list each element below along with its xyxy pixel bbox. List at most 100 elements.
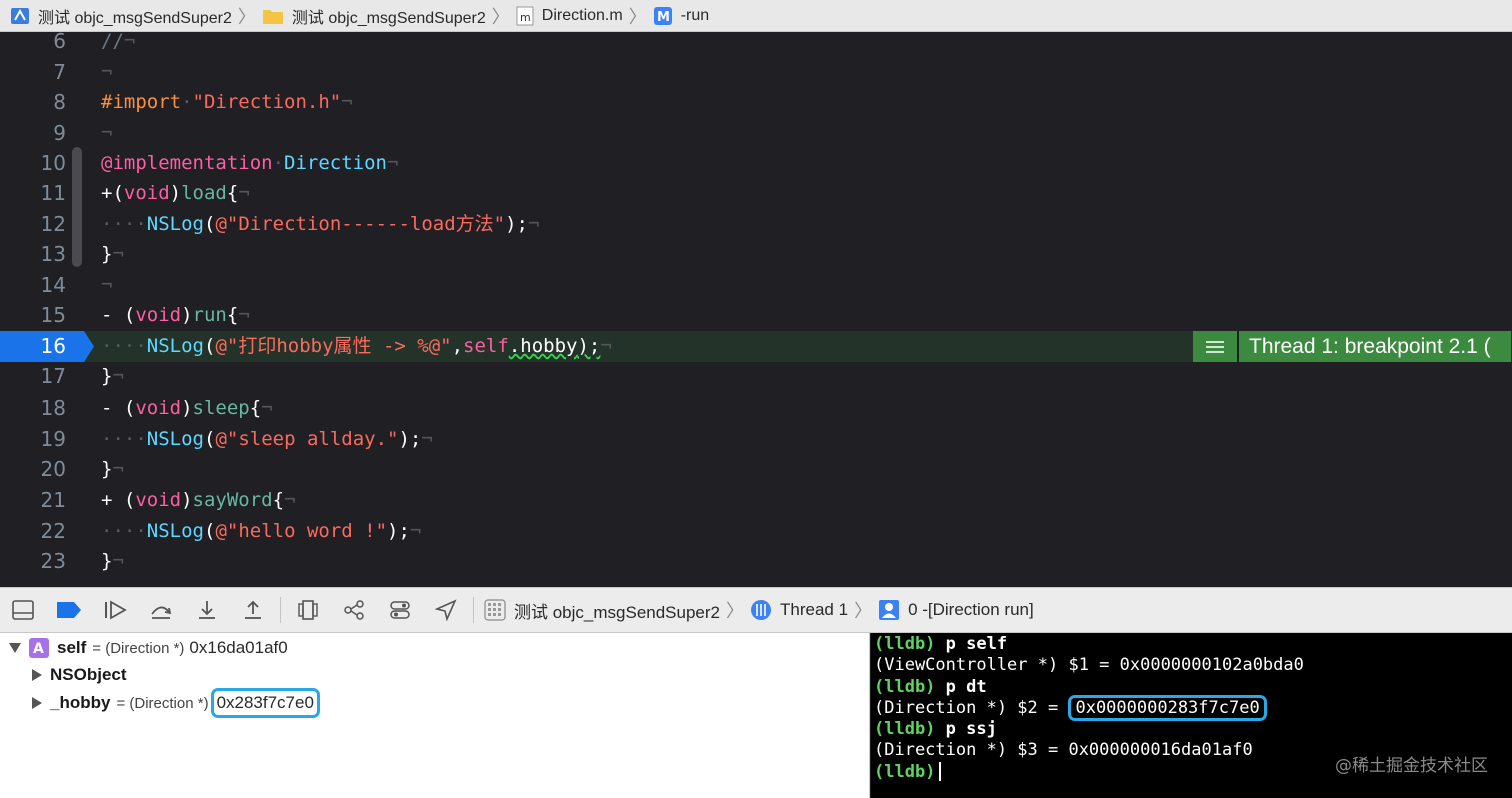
objc-file-icon: m <box>516 6 534 26</box>
view-hierarchy-button[interactable] <box>285 590 331 630</box>
step-out-icon <box>245 600 261 619</box>
console-command-line: (lldb) p self <box>874 634 1008 654</box>
line-number: 9 <box>53 121 66 145</box>
list-icon[interactable] <box>1193 331 1239 362</box>
frame-label: 0 -[Direction run] <box>908 600 1034 619</box>
user-frame-icon <box>878 599 900 621</box>
breakpoints-toggle-button[interactable] <box>46 590 92 630</box>
panel-bottom-icon <box>12 600 34 620</box>
disclosure-collapsed-icon[interactable] <box>32 697 42 709</box>
code-line: 8 #import·"Direction.h"¬ <box>0 87 1512 118</box>
breakpoint-marker[interactable]: 16 <box>0 331 94 362</box>
line-number: 18 <box>40 396 66 420</box>
code-line: 13 }¬ <box>0 239 1512 270</box>
step-over-icon <box>151 606 172 619</box>
thread-selector[interactable]: Thread 1 <box>750 599 848 621</box>
method-icon: M <box>653 6 673 26</box>
environment-overrides-button[interactable] <box>377 590 423 630</box>
code-line: 23 }¬ <box>0 546 1512 577</box>
thread-icon <box>750 599 772 621</box>
breadcrumb-file-label: Direction.m <box>541 6 623 24</box>
line-number: 7 <box>53 60 66 84</box>
variable-type: = (Direction *) <box>92 639 185 657</box>
watermark: @稀土掘金技术社区 <box>1335 756 1488 776</box>
line-number: 12 <box>40 212 66 236</box>
view-hierarchy-icon <box>298 600 318 620</box>
toggles-icon <box>390 601 410 619</box>
code-line: 9 ¬ <box>0 118 1512 149</box>
process-label: 测试 objc_msgSendSuper2 <box>514 602 721 622</box>
breadcrumb-file[interactable]: m Direction.m <box>516 6 623 26</box>
hide-debug-area-button[interactable] <box>0 590 46 630</box>
code-line: 21 + (void)sayWord{¬ <box>0 485 1512 516</box>
continue-icon <box>105 600 127 620</box>
step-out-button[interactable] <box>230 590 276 630</box>
code-line: 11 +(void)load{¬ <box>0 178 1512 209</box>
code-line: 18 - (void)sleep{¬ <box>0 393 1512 424</box>
thread-label: Thread 1 <box>780 600 849 619</box>
line-number: 13 <box>40 242 66 266</box>
step-over-button[interactable] <box>138 590 184 630</box>
console-output-line: (Direction *) $2 = 0x0000000283f7c7e0 <box>874 694 1512 721</box>
line-number: 19 <box>40 427 66 451</box>
svg-text:A: A <box>33 641 44 657</box>
frame-selector[interactable]: 0 -[Direction run] <box>878 599 1034 621</box>
highlighted-address: 0x0000000283f7c7e0 <box>1068 694 1267 721</box>
location-arrow-icon <box>435 599 457 621</box>
chevron-right-icon: 〉 <box>491 6 510 27</box>
code-line: 7 ¬ <box>0 57 1512 88</box>
line-number: 15 <box>40 303 66 327</box>
breadcrumb-project-label: 测试 objc_msgSendSuper2 <box>38 9 232 27</box>
variable-name: NSObject <box>50 665 127 684</box>
code-line: 15 - (void)run{¬ <box>0 300 1512 331</box>
svg-text:m: m <box>520 11 531 24</box>
breakpoint-label: Thread 1: breakpoint 2.1 ( <box>1239 331 1511 362</box>
svg-text:M: M <box>657 10 670 25</box>
variable-row-self[interactable]: A self = (Direction *) 0x16da01af0 <box>9 635 288 661</box>
text-cursor <box>939 762 942 782</box>
line-number: 17 <box>40 364 66 388</box>
variable-row-hobby[interactable]: _hobby = (Direction *) 0x283f7c7e0 <box>32 688 320 718</box>
variable-row-nsobject[interactable]: NSObject <box>32 662 127 688</box>
xcode-project-icon <box>10 6 30 26</box>
variable-type: = (Direction *) <box>116 694 209 712</box>
breadcrumb-folder-label: 测试 objc_msgSendSuper2 <box>291 9 486 27</box>
code-line: 20 }¬ <box>0 454 1512 485</box>
breadcrumb-folder[interactable]: 测试 objc_msgSendSuper2 <box>262 4 486 28</box>
code-editor[interactable]: 6 //¬ 7 ¬ 8 #import·"Direction.h"¬ 9 ¬ 1… <box>0 32 1512 587</box>
jump-bar: 测试 objc_msgSendSuper2 〉 测试 objc_msgSendS… <box>0 0 1512 32</box>
toolbar-divider <box>473 597 474 623</box>
code-line: 19 ····NSLog(@"sleep allday.");¬ <box>0 424 1512 455</box>
line-number: 22 <box>40 519 66 543</box>
console-command-line: (lldb) p ssj <box>874 719 997 740</box>
variables-view: A self = (Direction *) 0x16da01af0 NSObj… <box>0 633 870 798</box>
debug-toolbar: 测试 objc_msgSendSuper2 〉 Thread 1 〉 0 -[D… <box>0 587 1512 633</box>
breadcrumb-method-label: -run <box>680 6 710 24</box>
process-selector[interactable]: 测试 objc_msgSendSuper2 <box>484 598 720 623</box>
thread-breakpoint-badge[interactable]: Thread 1: breakpoint 2.1 ( <box>1193 331 1511 362</box>
code-line: 10 @implementation·Direction¬ <box>0 148 1512 179</box>
console-output-line: (ViewController *) $1 = 0x0000000102a0bd… <box>874 655 1304 676</box>
code-line-breakpoint: 16 ····NSLog(@"打印hobby属性 -> %@",self.hob… <box>0 331 1512 362</box>
chevron-right-icon: 〉 <box>726 601 745 621</box>
argument-icon: A <box>29 638 49 658</box>
code-line: 17 }¬ <box>0 361 1512 392</box>
toolbar-divider <box>280 597 281 623</box>
code-line: 22 ····NSLog(@"hello word !");¬ <box>0 516 1512 547</box>
code-line: 6 //¬ <box>0 32 1512 57</box>
disclosure-collapsed-icon[interactable] <box>32 669 42 681</box>
line-number: 11 <box>40 181 66 205</box>
lldb-console[interactable]: (lldb) p self (ViewController *) $1 = 0x… <box>871 633 1512 798</box>
step-into-button[interactable] <box>184 590 230 630</box>
continue-button[interactable] <box>92 590 138 630</box>
simulate-location-button[interactable] <box>423 590 469 630</box>
disclosure-expanded-icon[interactable] <box>9 643 21 653</box>
breadcrumb-project[interactable]: 测试 objc_msgSendSuper2 <box>10 4 232 28</box>
step-into-icon <box>199 601 215 619</box>
line-number: 6 <box>53 32 66 53</box>
chevron-right-icon: 〉 <box>237 6 256 27</box>
memory-graph-button[interactable] <box>331 590 377 630</box>
breadcrumb-method[interactable]: M -run <box>653 6 709 26</box>
line-number: 23 <box>40 549 66 573</box>
variable-name: _hobby <box>50 693 111 712</box>
